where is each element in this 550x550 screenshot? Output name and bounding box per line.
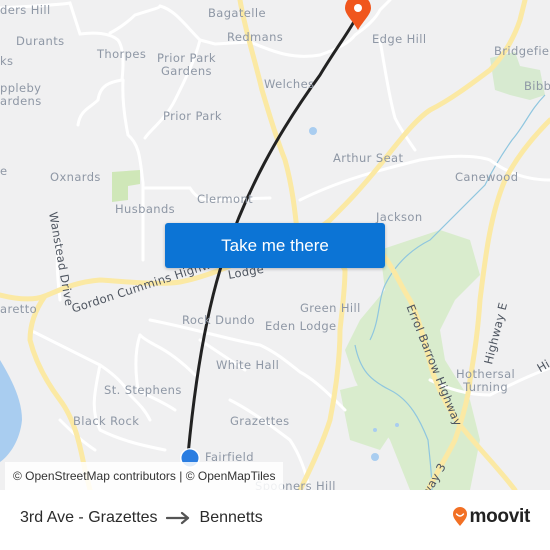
- take-me-there-button[interactable]: Take me there: [165, 223, 385, 268]
- arrow-right-icon: [165, 511, 189, 525]
- pond: [371, 453, 379, 461]
- map-view[interactable]: Bagatelle Redmans Edge Hill ders Hill Durant…: [0, 0, 550, 490]
- place-label: Clermont: [197, 192, 254, 206]
- place-label: Grazettes: [230, 414, 290, 428]
- place-label: Oxnards: [50, 170, 101, 184]
- footer-bar: 3rd Ave - Grazettes Bennetts moovit: [0, 490, 550, 550]
- map-attribution[interactable]: © OpenStreetMap contributors | © OpenMap…: [5, 462, 284, 490]
- moovit-pin-icon: [452, 507, 467, 526]
- origin-name: 3rd Ave - Grazettes: [20, 509, 158, 526]
- place-label: Green Hill: [300, 301, 361, 315]
- place-label: White Hall: [216, 358, 280, 372]
- pond: [395, 423, 399, 427]
- place-label: Bagatelle: [208, 6, 266, 20]
- place-label: Bibb: [524, 79, 550, 93]
- place-label: Eden Lodge: [265, 319, 337, 333]
- place-label: Prior Park: [163, 109, 222, 123]
- moovit-logo[interactable]: moovit: [452, 506, 530, 528]
- water-sea: [0, 360, 22, 462]
- place-label: aretto: [0, 302, 38, 316]
- place-label: Prior Park Gardens: [157, 51, 216, 78]
- place-label: Welches: [264, 77, 315, 91]
- park-green-belt: [345, 230, 480, 490]
- place-label: e: [0, 164, 8, 178]
- park-husbands: [112, 170, 140, 202]
- place-label: Hothersal Turning: [456, 367, 516, 394]
- pond: [309, 127, 317, 135]
- place-label: Canewood: [455, 170, 519, 184]
- place-label: St. Stephens: [104, 383, 182, 397]
- place-label: Jackson: [376, 210, 423, 224]
- place-label: Thorpes: [97, 47, 147, 61]
- place-label: Black Rock: [73, 414, 140, 428]
- place-label: ppleby ardens: [0, 81, 42, 108]
- route-summary: 3rd Ave - Grazettes Bennetts: [20, 509, 263, 527]
- place-label: Arthur Seat: [333, 151, 404, 165]
- destination-pin-hole: [354, 4, 362, 12]
- place-label: Durants: [16, 34, 65, 48]
- place-label: Bridgefield: [494, 44, 550, 58]
- place-label: Redmans: [227, 30, 284, 44]
- attribution-text[interactable]: © OpenStreetMap contributors | © OpenMap…: [13, 469, 275, 483]
- place-label: ks: [0, 54, 14, 68]
- place-label: ders Hill: [0, 3, 51, 17]
- moovit-wordmark: moovit: [469, 506, 531, 527]
- place-label: Rock Dundo: [182, 313, 255, 327]
- pond: [373, 428, 377, 432]
- place-label: Husbands: [115, 202, 176, 216]
- destination-name: Bennetts: [199, 509, 263, 526]
- place-label: Edge Hill: [372, 32, 427, 46]
